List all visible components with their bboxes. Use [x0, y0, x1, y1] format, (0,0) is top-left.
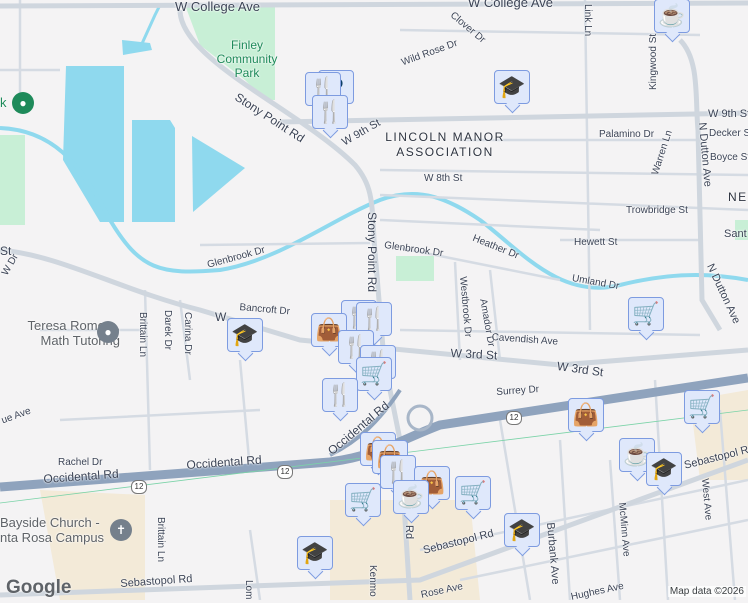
coffee-marker[interactable]: ☕ — [654, 0, 690, 33]
road-label: W — [215, 310, 227, 324]
route-12-shield: 12 — [131, 480, 147, 494]
road-label: Carina Dr — [182, 312, 193, 355]
shopping-cart-marker[interactable]: 🛒 — [684, 390, 720, 424]
school-icon: 🎓 — [498, 74, 526, 99]
place-label[interactable]: k — [0, 95, 7, 110]
road-label: Brittain Ln — [155, 517, 166, 563]
coffee-icon: ☕ — [658, 3, 686, 28]
pond — [122, 40, 152, 55]
route-12-shield: 12 — [277, 465, 293, 479]
road-label: Decker St — [709, 128, 748, 139]
place-pin-icon[interactable]: ● — [97, 321, 119, 343]
road-label: W College Ave — [175, 0, 261, 14]
shopping-cart-icon: 🛒 — [360, 361, 388, 386]
church-icon[interactable]: ✝ — [110, 519, 132, 541]
restaurant-icon: 🍴 — [316, 99, 344, 124]
shopping-cart-icon: 🛒 — [688, 394, 716, 419]
park-pin-icon[interactable]: ● — [12, 92, 34, 114]
road-label: Trowbridge St — [626, 205, 688, 216]
road-label: Link Ln — [582, 4, 593, 37]
pond — [132, 120, 175, 222]
map-data-attribution[interactable]: Map data ©2026 — [667, 586, 746, 597]
shopping-cart-icon: 🛒 — [459, 480, 487, 505]
shopping-cart-marker[interactable]: 🛒 — [628, 297, 664, 331]
road-label: Stony Point Rd — [365, 212, 379, 293]
restaurant-icon: 🍴 — [326, 382, 354, 407]
creek — [138, 4, 162, 49]
pond — [63, 66, 124, 222]
road-label: Kenmo — [367, 565, 378, 597]
school-marker[interactable]: 🎓 — [227, 318, 263, 352]
park-label: Finley Community Park — [212, 38, 282, 80]
shopping-cart-icon: 🛒 — [349, 487, 377, 512]
road-label: Darek Dr — [162, 310, 173, 351]
interchange-ramp — [406, 404, 434, 432]
school-marker[interactable]: 🎓 — [297, 536, 333, 570]
pond — [192, 136, 245, 212]
school-marker[interactable]: 🎓 — [646, 452, 682, 486]
road-label: Boyce St — [710, 152, 748, 163]
route-12-shield: 12 — [506, 411, 522, 425]
road-label: Kingwood St — [648, 33, 659, 90]
road-label: W 9th St — [708, 108, 748, 120]
road-label: Lom — [243, 580, 254, 600]
shopping-bag-icon: 👜 — [572, 402, 600, 427]
restaurant-marker[interactable]: 🍴 — [322, 378, 358, 412]
shopping-bag-marker[interactable]: 👜 — [568, 398, 604, 432]
road-label: Hewett St — [574, 237, 618, 248]
road-label: W College Ave — [468, 0, 554, 10]
w-college-ave — [0, 0, 748, 9]
school-icon: 🎓 — [650, 456, 678, 481]
area-label: Sant — [724, 228, 747, 240]
area-label: LINCOLN MANOR ASSOCIATION — [385, 130, 505, 159]
school-icon: 🎓 — [508, 517, 536, 542]
place-label[interactable]: Bayside Church - nta Rosa Campus — [0, 515, 108, 545]
road-label: Rd — [403, 525, 415, 540]
coffee-icon: ☕ — [397, 484, 425, 509]
restaurant-marker[interactable]: 🍴 — [312, 95, 348, 129]
park-name: Finley Community Park — [216, 38, 278, 80]
coffee-marker[interactable]: ☕ — [393, 480, 429, 514]
shopping-cart-icon: 🛒 — [632, 301, 660, 326]
shopping-cart-marker[interactable]: 🛒 — [345, 483, 381, 517]
road-label: Brittain Ln — [137, 312, 148, 358]
area-label: NE A — [728, 190, 748, 204]
school-marker[interactable]: 🎓 — [504, 513, 540, 547]
park-area — [396, 256, 434, 281]
school-marker[interactable]: 🎓 — [494, 70, 530, 104]
shopping-cart-marker[interactable]: 🛒 — [356, 357, 392, 391]
google-logo: Google — [6, 577, 72, 598]
park-area — [0, 135, 25, 225]
school-icon: 🎓 — [231, 322, 259, 347]
restaurant-icon: 🍴 — [360, 306, 388, 331]
road-label: W 8th St — [424, 173, 463, 184]
road-label: W 3rd St — [450, 346, 498, 363]
shopping-cart-marker[interactable]: 🛒 — [455, 476, 491, 510]
school-icon: 🎓 — [301, 540, 329, 565]
w-9th-st — [279, 110, 748, 125]
road-label: Palamino Dr — [599, 129, 655, 140]
road-label: Rachel Dr — [58, 457, 103, 468]
